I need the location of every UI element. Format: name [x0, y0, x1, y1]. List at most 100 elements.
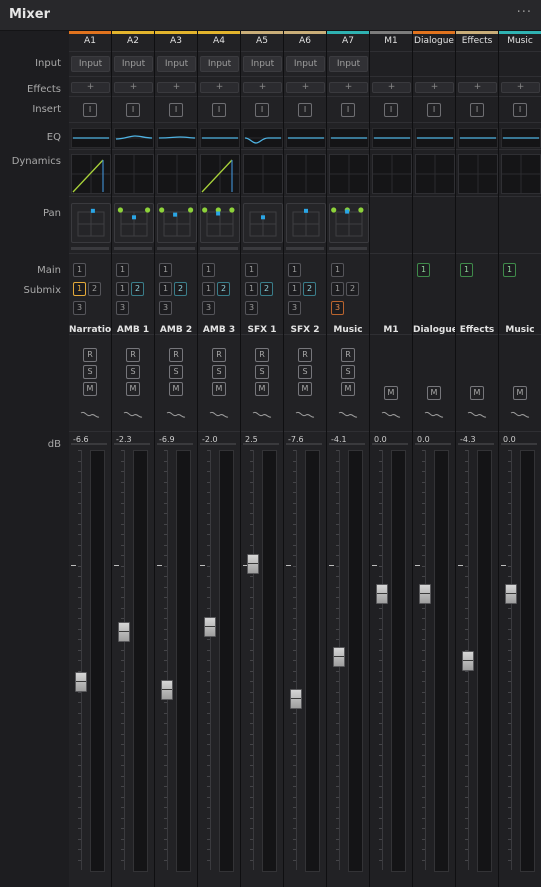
- dynamics-thumbnail[interactable]: [157, 154, 197, 194]
- input-button[interactable]: Input: [71, 56, 110, 72]
- eq-thumbnail[interactable]: [329, 128, 369, 148]
- submix-button-1[interactable]: 1: [116, 282, 129, 296]
- pan-control[interactable]: [243, 203, 283, 243]
- link-icon[interactable]: [380, 406, 402, 418]
- main-bus-button[interactable]: 1: [202, 263, 215, 277]
- mute-button[interactable]: M: [513, 386, 527, 400]
- insert-button[interactable]: I: [384, 103, 398, 117]
- submix-button-1[interactable]: 1: [159, 282, 172, 296]
- effects-add-button[interactable]: +: [71, 82, 110, 93]
- record-button[interactable]: R: [255, 348, 269, 362]
- fader-knob[interactable]: [376, 583, 388, 604]
- submix-button-2[interactable]: 2: [131, 282, 144, 296]
- mute-button[interactable]: M: [384, 386, 398, 400]
- fader-knob[interactable]: [247, 554, 259, 575]
- record-button[interactable]: R: [341, 348, 355, 362]
- effects-add-button[interactable]: +: [286, 82, 325, 93]
- dynamics-thumbnail[interactable]: [286, 154, 326, 194]
- effects-add-button[interactable]: +: [243, 82, 282, 93]
- effects-add-button[interactable]: +: [329, 82, 368, 93]
- dynamics-thumbnail[interactable]: [372, 154, 412, 194]
- submix-button-3[interactable]: 3: [288, 301, 301, 315]
- fader-knob[interactable]: [505, 583, 517, 604]
- fader-knob[interactable]: [118, 621, 130, 642]
- effects-add-button[interactable]: +: [458, 82, 497, 93]
- more-options-icon[interactable]: ···: [517, 5, 532, 20]
- fader-knob[interactable]: [204, 617, 216, 638]
- pan-control[interactable]: [329, 203, 369, 243]
- fader-knob[interactable]: [333, 646, 345, 667]
- dynamics-thumbnail[interactable]: [415, 154, 455, 194]
- submix-button-1[interactable]: 1: [202, 282, 215, 296]
- submix-button-2[interactable]: 2: [346, 282, 359, 296]
- submix-button-3[interactable]: 3: [116, 301, 129, 315]
- mute-button[interactable]: M: [298, 382, 312, 396]
- solo-button[interactable]: S: [83, 365, 97, 379]
- input-button[interactable]: Input: [200, 56, 239, 72]
- insert-button[interactable]: I: [83, 103, 97, 117]
- main-bus-button[interactable]: 1: [503, 263, 516, 277]
- record-button[interactable]: R: [83, 348, 97, 362]
- main-bus-button[interactable]: 1: [460, 263, 473, 277]
- eq-thumbnail[interactable]: [243, 128, 283, 148]
- insert-button[interactable]: I: [169, 103, 183, 117]
- solo-button[interactable]: S: [255, 365, 269, 379]
- eq-thumbnail[interactable]: [157, 128, 197, 148]
- eq-thumbnail[interactable]: [372, 128, 412, 148]
- pan-control[interactable]: [286, 203, 326, 243]
- submix-button-1[interactable]: 1: [331, 282, 344, 296]
- submix-button-3[interactable]: 3: [331, 301, 344, 315]
- mute-button[interactable]: M: [470, 386, 484, 400]
- main-bus-button[interactable]: 1: [159, 263, 172, 277]
- main-bus-button[interactable]: 1: [288, 263, 301, 277]
- submix-button-2[interactable]: 2: [174, 282, 187, 296]
- effects-add-button[interactable]: +: [372, 82, 411, 93]
- submix-button-2[interactable]: 2: [303, 282, 316, 296]
- solo-button[interactable]: S: [169, 365, 183, 379]
- effects-add-button[interactable]: +: [501, 82, 540, 93]
- mute-button[interactable]: M: [83, 382, 97, 396]
- link-icon[interactable]: [251, 406, 273, 418]
- insert-button[interactable]: I: [341, 103, 355, 117]
- dynamics-thumbnail[interactable]: [71, 154, 111, 194]
- solo-button[interactable]: S: [298, 365, 312, 379]
- dynamics-thumbnail[interactable]: [329, 154, 369, 194]
- input-button[interactable]: Input: [114, 56, 153, 72]
- fader-knob[interactable]: [419, 583, 431, 604]
- solo-button[interactable]: S: [341, 365, 355, 379]
- eq-thumbnail[interactable]: [415, 128, 455, 148]
- effects-add-button[interactable]: +: [157, 82, 196, 93]
- fader-knob[interactable]: [462, 651, 474, 671]
- eq-thumbnail[interactable]: [286, 128, 326, 148]
- fader-knob[interactable]: [290, 688, 302, 709]
- fader-knob[interactable]: [161, 680, 173, 701]
- effects-add-button[interactable]: +: [114, 82, 153, 93]
- main-bus-button[interactable]: 1: [73, 263, 86, 277]
- main-bus-button[interactable]: 1: [331, 263, 344, 277]
- insert-button[interactable]: I: [513, 103, 527, 117]
- record-button[interactable]: R: [212, 348, 226, 362]
- eq-thumbnail[interactable]: [71, 128, 111, 148]
- solo-button[interactable]: S: [212, 365, 226, 379]
- mute-button[interactable]: M: [212, 382, 226, 396]
- submix-button-2[interactable]: 2: [88, 282, 101, 296]
- submix-button-1[interactable]: 1: [245, 282, 258, 296]
- eq-thumbnail[interactable]: [458, 128, 498, 148]
- input-button[interactable]: Input: [329, 56, 368, 72]
- main-bus-button[interactable]: 1: [245, 263, 258, 277]
- pan-control[interactable]: [200, 203, 240, 243]
- link-icon[interactable]: [122, 406, 144, 418]
- insert-button[interactable]: I: [255, 103, 269, 117]
- insert-button[interactable]: I: [298, 103, 312, 117]
- link-icon[interactable]: [423, 406, 445, 418]
- insert-button[interactable]: I: [470, 103, 484, 117]
- eq-thumbnail[interactable]: [501, 128, 541, 148]
- submix-button-1[interactable]: 1: [73, 282, 86, 296]
- mute-button[interactable]: M: [427, 386, 441, 400]
- dynamics-thumbnail[interactable]: [243, 154, 283, 194]
- submix-button-3[interactable]: 3: [245, 301, 258, 315]
- record-button[interactable]: R: [298, 348, 312, 362]
- submix-button-1[interactable]: 1: [288, 282, 301, 296]
- dynamics-thumbnail[interactable]: [114, 154, 154, 194]
- main-bus-button[interactable]: 1: [417, 263, 430, 277]
